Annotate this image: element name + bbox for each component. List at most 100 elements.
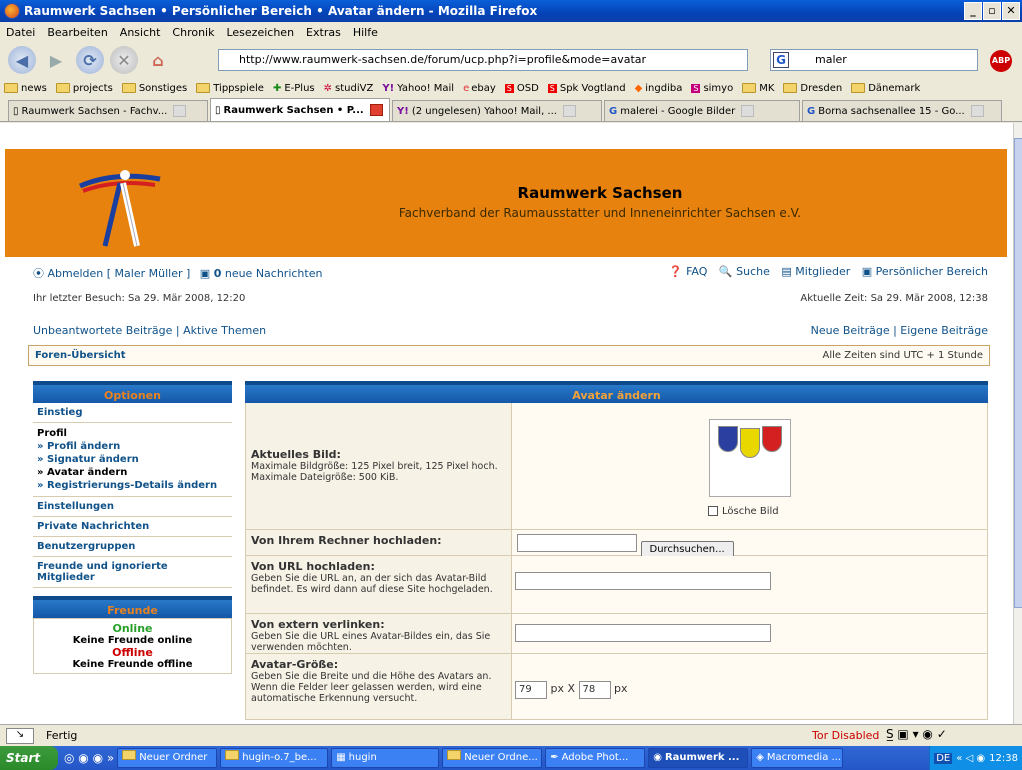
tab-close-icon[interactable] xyxy=(562,105,576,117)
sidebar-item-einstellungen[interactable]: Einstellungen xyxy=(33,497,232,517)
bookmark-osd[interactable]: S OSD xyxy=(504,83,539,94)
link-value xyxy=(512,614,988,653)
bookmark-studivz[interactable]: ✲ studiVZ xyxy=(324,83,374,94)
sparkasse-icon: S xyxy=(547,83,557,93)
close-button[interactable]: ✕ xyxy=(1002,2,1020,20)
bookmark-eplus[interactable]: ✚ E-Plus xyxy=(273,83,315,94)
forward-icon[interactable]: ▶ xyxy=(42,46,70,74)
home-icon[interactable]: ⌂ xyxy=(144,46,172,74)
task-hugin-folder[interactable]: hugin-o.7_be... xyxy=(220,748,329,768)
forum-index-link[interactable]: Foren-Übersicht xyxy=(35,350,125,361)
file-upload-input[interactable] xyxy=(517,534,637,552)
stop-icon[interactable]: ✕ xyxy=(110,46,138,74)
start-button[interactable]: Start xyxy=(0,746,58,770)
tab-raumwerk-profile[interactable]: ▯ Raumwerk Sachsen • P... xyxy=(210,98,390,121)
menu-bearbeiten[interactable]: Bearbeiten xyxy=(47,26,107,39)
logout-link[interactable]: Abmelden [ Maler Müller ] xyxy=(48,267,191,280)
sidebar-item-freunde[interactable]: Freunde und ignorierte Mitglieder xyxy=(33,557,232,588)
last-visit: Ihr letzter Besuch: Sa 29. Mär 2008, 12:… xyxy=(33,293,246,304)
message-count[interactable]: 0 xyxy=(214,267,222,280)
current-avatar-row: Aktuelles Bild: Maximale Bildgröße: 125 … xyxy=(245,403,988,530)
size-separator: X xyxy=(567,682,576,695)
task-neuer-ordner[interactable]: Neuer Ordner xyxy=(117,748,218,768)
bookmark-dresden[interactable]: Dresden xyxy=(783,83,842,94)
tab-borna[interactable]: G Borna sachsenallee 15 - Go... xyxy=(802,100,1002,121)
bookmark-spk-vogtland[interactable]: S Spk Vogtland xyxy=(547,83,626,94)
task-photoshop[interactable]: ✒ Adobe Phot... xyxy=(545,748,646,768)
adblock-icon[interactable]: ABP xyxy=(990,50,1012,72)
shield-blue xyxy=(718,426,738,452)
external-link-input[interactable] xyxy=(515,624,771,642)
search-link[interactable]: Suche xyxy=(736,265,770,278)
personal-area-link[interactable]: Persönlicher Bereich xyxy=(876,265,988,278)
reload-icon[interactable]: ⟳ xyxy=(76,46,104,74)
sidebar-item-registrierung[interactable]: » Registrierungs-Details ändern xyxy=(33,479,232,492)
sidebar-item-profil[interactable]: Profil xyxy=(33,427,232,440)
folder-icon xyxy=(55,83,70,93)
faq-link[interactable]: FAQ xyxy=(686,265,707,278)
task-neuer-ordner-2[interactable]: Neuer Ordne... xyxy=(442,748,543,768)
menu-hilfe[interactable]: Hilfe xyxy=(353,26,378,39)
vertical-scrollbar[interactable] xyxy=(1013,123,1022,724)
members-link[interactable]: Mitglieder xyxy=(795,265,850,278)
folder-icon xyxy=(783,83,798,93)
tab-strip: ▯ Raumwerk Sachsen - Fachv... ▯ Raumwerk S… xyxy=(0,98,1022,122)
tab-close-icon[interactable] xyxy=(369,104,383,116)
tab-close-icon[interactable] xyxy=(173,105,187,117)
user-links-right: ❓ FAQ 🔍 Suche ▤ Mitglieder ▣ Persönliche… xyxy=(669,265,988,278)
bookmark-simyo[interactable]: Ssimyo xyxy=(691,83,733,94)
menu-lesezeichen[interactable]: Lesezeichen xyxy=(226,26,294,39)
tab-google-bilder[interactable]: Gmalerei - Google Bilder xyxy=(604,100,800,121)
ucp-sidebar: Optionen Einstieg Profil » Profil ändern… xyxy=(33,381,232,674)
menu-chronik[interactable]: Chronik xyxy=(172,26,214,39)
bookmark-yahoo[interactable]: Y! Yahoo! Mail xyxy=(382,83,454,94)
search-bar[interactable]: G maler xyxy=(770,49,978,71)
task-macromedia[interactable]: ◈ Macromedia ... xyxy=(751,748,844,768)
unanswered-link[interactable]: Unbeantwortete Beiträge xyxy=(33,324,172,337)
sidebar-item-avatar[interactable]: » Avatar ändern xyxy=(33,466,232,479)
menu-ansicht[interactable]: Ansicht xyxy=(120,26,161,39)
photoshop-icon: ✒ xyxy=(550,752,559,763)
bookmark-tippspiele[interactable]: Tippspiele xyxy=(196,83,264,94)
folder-icon xyxy=(196,83,211,93)
tab-yahoo-mail[interactable]: Y! (2 ungelesen) Yahoo! Mail, ... xyxy=(392,100,602,121)
bookmark-projects[interactable]: projects xyxy=(55,83,113,94)
own-posts-link[interactable]: Eigene Beiträge xyxy=(900,324,988,337)
back-icon[interactable]: ◀ xyxy=(8,46,36,74)
bookmark-ebay[interactable]: e ebay xyxy=(463,83,496,94)
tab-close-icon[interactable] xyxy=(741,105,755,117)
bookmark-mk[interactable]: MK xyxy=(742,83,774,94)
google-search-icon[interactable]: G xyxy=(773,52,789,68)
tab-raumwerk-fach[interactable]: ▯ Raumwerk Sachsen - Fachv... xyxy=(8,100,208,121)
bookmark-ingdiba[interactable]: ◆ ingdiba xyxy=(635,83,683,94)
quicklaunch-icons: ◎ ◉ ◉ » xyxy=(64,751,115,765)
site-banner: Raumwerk Sachsen Fachverband der Raumaus… xyxy=(5,149,1007,257)
avatar-width-input[interactable]: 79 xyxy=(515,681,547,699)
sidebar-item-private-nachrichten[interactable]: Private Nachrichten xyxy=(33,517,232,537)
sidebar-item-benutzergruppen[interactable]: Benutzergruppen xyxy=(33,537,232,557)
scrollbar-thumb[interactable] xyxy=(1014,138,1022,608)
url-text: http://www.raumwerk-sachsen.de/forum/ucp… xyxy=(239,53,647,66)
menu-extras[interactable]: Extras xyxy=(306,26,341,39)
messages-link[interactable]: neue Nachrichten xyxy=(225,267,323,280)
members-icon: ▤ xyxy=(781,265,792,278)
url-bar[interactable]: http://www.raumwerk-sachsen.de/forum/ucp… xyxy=(218,49,748,71)
maximize-button[interactable]: ▫ xyxy=(983,2,1001,20)
menu-datei[interactable]: Datei xyxy=(6,26,35,39)
new-posts-link[interactable]: Neue Beiträge xyxy=(811,324,890,337)
delete-avatar-checkbox[interactable] xyxy=(708,506,718,516)
tab-close-icon[interactable] xyxy=(970,105,984,117)
bookmark-news[interactable]: news xyxy=(4,83,47,94)
avatar-url-input[interactable] xyxy=(515,572,771,590)
active-topics-link[interactable]: Aktive Themen xyxy=(183,324,266,337)
language-indicator[interactable]: DE xyxy=(934,752,953,764)
avatar-height-input[interactable]: 78 xyxy=(578,681,611,699)
bookmark-sonstiges[interactable]: Sonstiges xyxy=(121,83,187,94)
sidebar-item-profil-aendern[interactable]: » Profil ändern xyxy=(33,440,232,453)
minimize-button[interactable]: _ xyxy=(964,2,982,20)
sidebar-item-signatur[interactable]: » Signatur ändern xyxy=(33,453,232,466)
task-firefox[interactable]: ◉ Raumwerk ... xyxy=(648,748,749,768)
task-hugin[interactable]: ▦ hugin xyxy=(331,748,440,768)
tor-status[interactable]: Tor Disabled xyxy=(812,729,879,742)
bookmark-daenemark[interactable]: Dänemark xyxy=(851,83,920,94)
